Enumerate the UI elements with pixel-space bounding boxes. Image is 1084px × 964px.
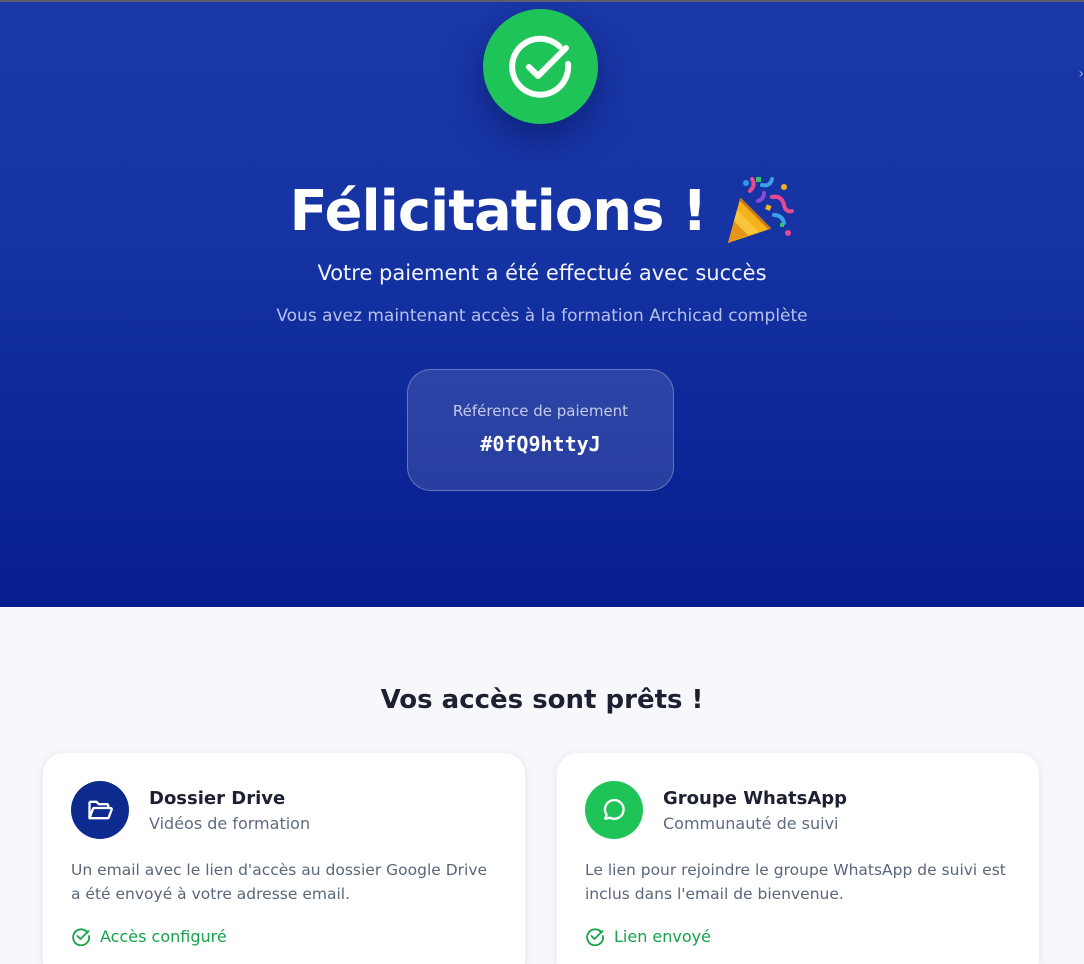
card-title: Groupe WhatsApp: [663, 788, 848, 809]
payment-reference-label: Référence de paiement: [452, 402, 629, 420]
title-row: Félicitations !: [0, 173, 1084, 249]
chat-bubble-icon: [585, 781, 643, 839]
drive-access-card: Dossier Drive Vidéos de formation Un ema…: [42, 752, 526, 964]
card-description: Un email avec le lien d'accès au dossier…: [71, 861, 488, 903]
party-popper-icon: [728, 177, 795, 243]
access-description: Vous avez maintenant accès à la formatio…: [276, 306, 808, 326]
status-badge: Lien envoyé: [585, 926, 711, 946]
card-title: Dossier Drive: [149, 788, 286, 809]
page-title: Félicitations !: [289, 178, 708, 244]
payment-reference-card: Référence de paiement #0fQ9httyJ: [407, 369, 674, 491]
check-circle-small-icon: [72, 928, 90, 946]
status-badge: Accès configuré: [71, 926, 227, 946]
card-subtitle: Communauté de suivi: [663, 814, 839, 833]
card-description: Le lien pour rejoindre le groupe WhatsAp…: [585, 861, 1006, 903]
folder-icon: [71, 781, 129, 839]
edge-indicator: ›: [1078, 66, 1084, 82]
window-top-border: [0, 0, 1084, 2]
payment-reference-code: #0fQ9httyJ: [480, 432, 601, 456]
status-text: Accès configuré: [100, 926, 227, 946]
whatsapp-access-card: Groupe WhatsApp Communauté de suivi Le l…: [556, 752, 1040, 964]
card-subtitle: Vidéos de formation: [149, 814, 311, 833]
check-circle-small-icon: [586, 928, 604, 946]
check-circle-icon: [483, 9, 598, 124]
payment-success-hero: › Félicitations ! Votre paiement a été e: [0, 0, 1084, 607]
status-text: Lien envoyé: [614, 926, 711, 946]
access-section-title: Vos accès sont prêts !: [380, 685, 704, 715]
payment-success-message: Votre paiement a été effectué avec succè…: [317, 261, 767, 285]
